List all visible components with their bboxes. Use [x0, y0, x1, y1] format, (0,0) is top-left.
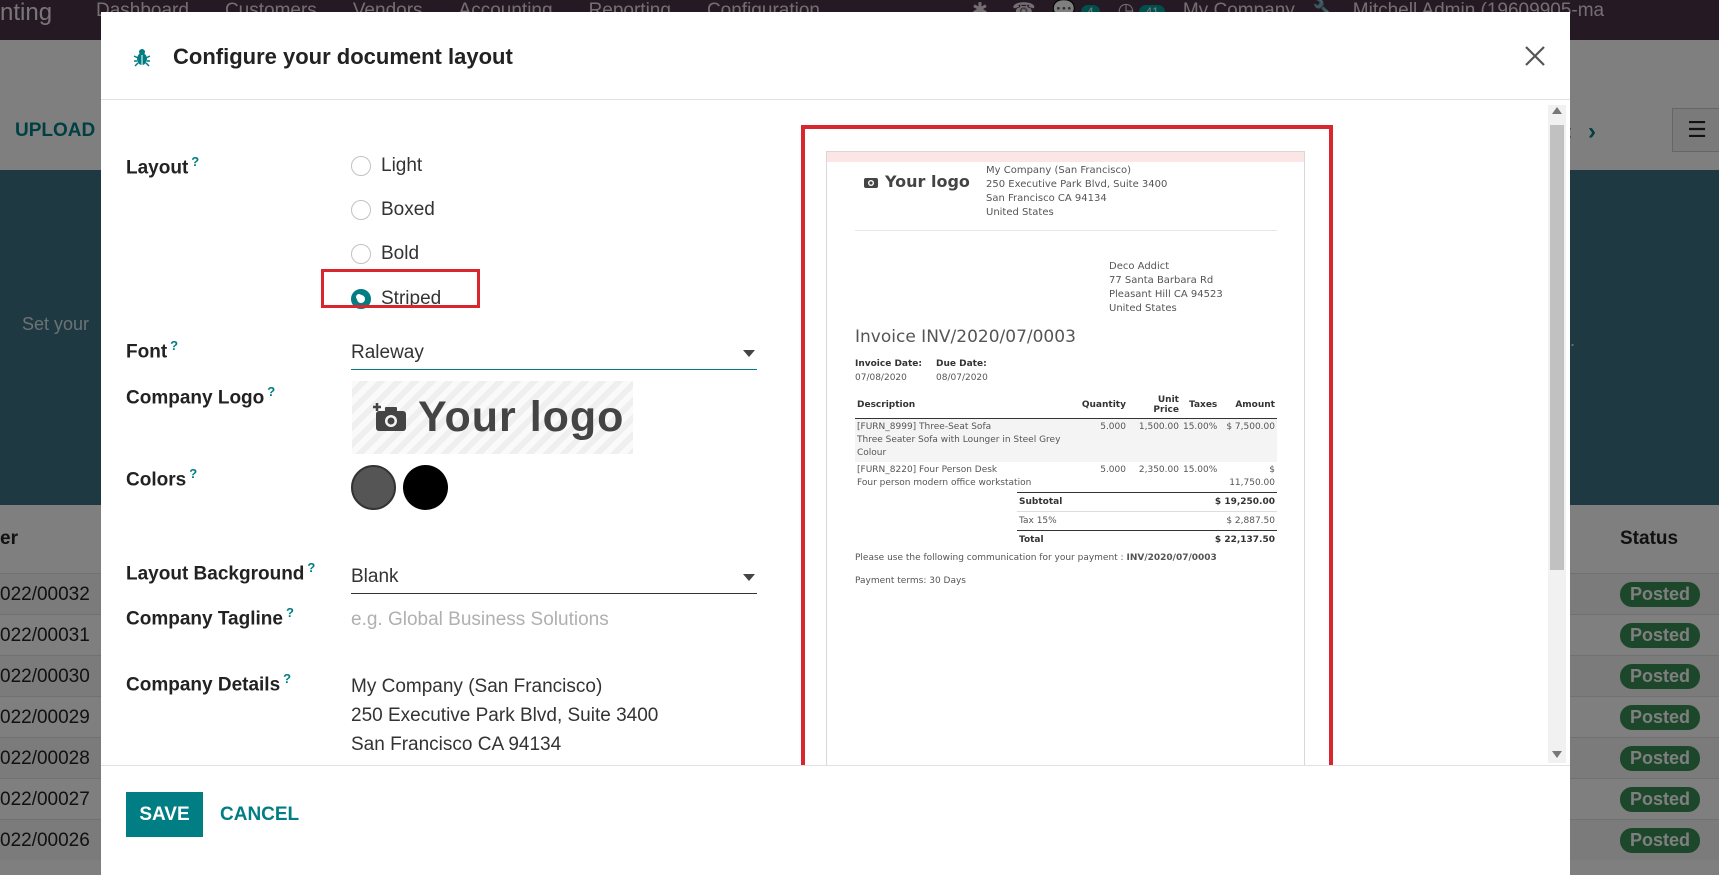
font-select[interactable]: Raleway	[351, 338, 757, 370]
radio-boxed[interactable]	[351, 200, 371, 220]
chevron-down-icon	[743, 574, 755, 581]
layout-label-text: Layout	[126, 157, 189, 179]
background-select-value: Blank	[351, 566, 399, 587]
bug-icon	[133, 49, 151, 67]
radio-boxed-label[interactable]: Boxed	[381, 199, 435, 221]
layout-label: Layout?	[126, 154, 199, 179]
camera-plus-icon	[373, 402, 406, 431]
layout-option-striped[interactable]: Striped	[351, 288, 441, 310]
radio-bold-label[interactable]: Bold	[381, 243, 419, 265]
radio-light[interactable]	[351, 156, 371, 176]
company-tagline-input[interactable]: e.g. Global Business Solutions	[351, 609, 609, 631]
layout-option-bold[interactable]: Bold	[351, 243, 419, 265]
radio-striped[interactable]	[351, 289, 371, 309]
company-details-line: My Company (San Francisco)	[351, 676, 603, 697]
layout-help-icon[interactable]: ?	[191, 154, 199, 169]
primary-color-swatch[interactable]	[351, 465, 396, 510]
company-details-field[interactable]: My Company (San Francisco) 250 Executive…	[351, 672, 658, 759]
logo-placeholder-text: Your logo	[418, 393, 625, 441]
font-select-value: Raleway	[351, 342, 424, 363]
layout-option-boxed[interactable]: Boxed	[351, 199, 435, 221]
layout-option-light[interactable]: Light	[351, 155, 422, 177]
close-icon[interactable]	[1521, 42, 1549, 70]
dialog-title: Configure your document layout	[173, 44, 513, 69]
secondary-color-swatch[interactable]	[403, 465, 448, 510]
radio-bold[interactable]	[351, 244, 371, 264]
radio-striped-label[interactable]: Striped	[381, 288, 441, 310]
company-details-line: San Francisco CA 94134	[351, 734, 562, 755]
company-logo-upload[interactable]: Your logo	[352, 381, 633, 454]
chevron-down-icon	[743, 350, 755, 357]
radio-light-label[interactable]: Light	[381, 155, 422, 177]
document-layout-dialog: Configure your document layout	[101, 12, 1570, 875]
save-button[interactable]: SAVE	[126, 792, 203, 837]
layout-background-select[interactable]: Blank	[351, 562, 757, 594]
company-details-line: 250 Executive Park Blvd, Suite 3400	[351, 705, 659, 726]
dialog-header: Configure your document layout	[101, 12, 1570, 100]
cancel-button[interactable]: CANCEL	[220, 792, 299, 837]
